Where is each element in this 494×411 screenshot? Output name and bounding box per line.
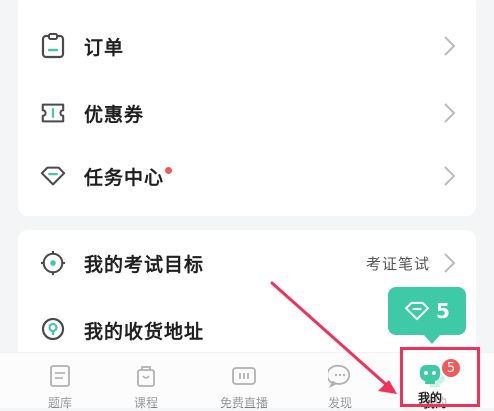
points-tooltip: 5 [388, 287, 466, 344]
annotation-arrow [270, 281, 397, 394]
notification-badge: 5 [440, 357, 462, 379]
points-value: 5 [436, 299, 450, 323]
tab-mine-label: 我的 [418, 391, 443, 405]
robot-avatar-icon [420, 365, 440, 384]
diamond-icon [405, 301, 429, 321]
